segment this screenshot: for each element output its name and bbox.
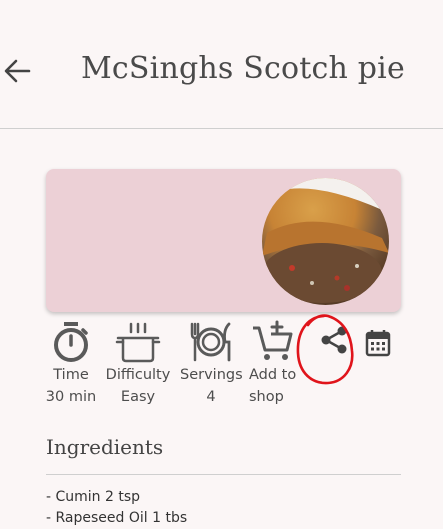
difficulty-info[interactable]: Difficulty Easy (105, 320, 171, 408)
time-label: Time (53, 367, 89, 383)
shop-label-line2: shop (249, 389, 284, 405)
page-title: McSinghs Scotch pie (81, 51, 405, 86)
difficulty-label: Difficulty (105, 367, 171, 383)
back-button[interactable] (2, 56, 32, 86)
time-value: 30 min (45, 389, 97, 405)
add-to-shop-button[interactable]: Add to shop (249, 320, 305, 408)
servings-value: 4 (206, 389, 216, 405)
header-divider (0, 128, 443, 129)
difficulty-value: Easy (120, 389, 156, 405)
list-item: - Rapeseed Oil 1 tbs (46, 510, 188, 526)
time-info[interactable]: Time 30 min (44, 320, 98, 408)
calendar-icon (365, 330, 391, 357)
timer-icon (54, 322, 88, 362)
ingredients-divider (46, 474, 401, 475)
servings-label: Servings (180, 367, 243, 383)
cart-add-icon (253, 320, 293, 360)
app-bar: McSinghs Scotch pie (0, 0, 443, 128)
share-button[interactable] (312, 324, 356, 356)
plate-cutlery-icon (190, 322, 231, 362)
pie-image (262, 178, 389, 303)
calendar-button[interactable] (360, 328, 396, 358)
servings-info[interactable]: Servings 4 (180, 320, 243, 408)
arrow-left-icon (4, 59, 31, 83)
ingredients-list: - Cumin 2 tsp - Rapeseed Oil 1 tbs (46, 487, 187, 529)
pot-icon (115, 322, 161, 363)
share-icon (321, 326, 347, 354)
recipe-photo (262, 178, 389, 305)
shop-label-line1: Add to (249, 367, 297, 383)
list-item: - Cumin 2 tsp (46, 489, 141, 505)
ingredients-heading: Ingredients (46, 435, 164, 459)
